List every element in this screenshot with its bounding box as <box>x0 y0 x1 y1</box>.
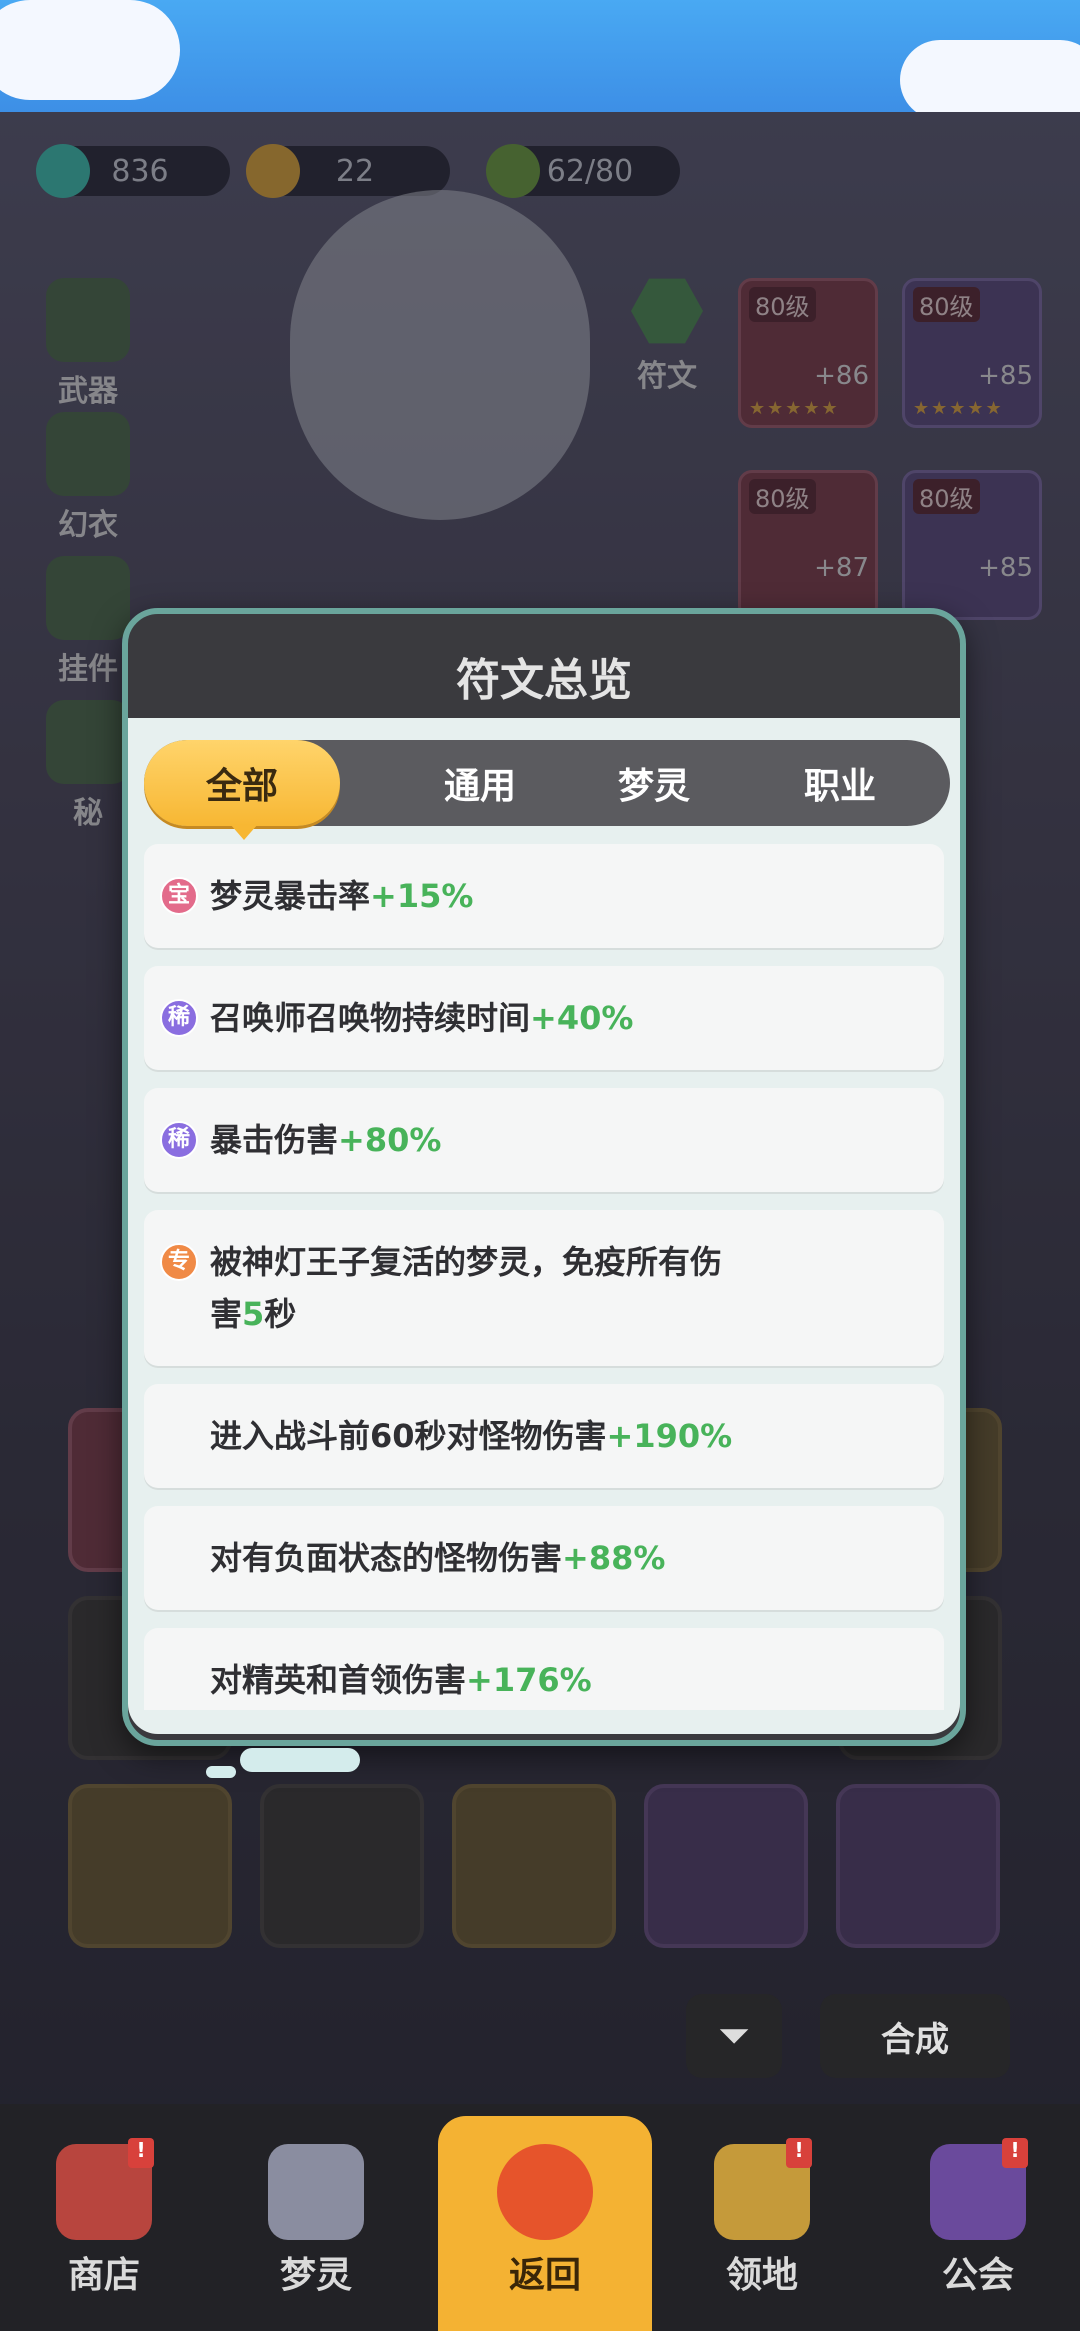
nav-territory[interactable]: 领地 ! <box>672 2138 852 2314</box>
nav-spirit[interactable]: 梦灵 <box>226 2144 406 2314</box>
cloud-decoration <box>0 0 180 100</box>
list-item: 对有负面状态的怪物伤害+88% <box>144 1506 944 1610</box>
effect-value: +190% <box>606 1417 733 1455</box>
effect-value: +88% <box>562 1539 666 1577</box>
effect-text: 梦灵暴击率 <box>210 877 371 915</box>
modal-title: 符文总览 <box>456 655 632 706</box>
rarity-badge: 专 <box>160 1243 198 1281</box>
list-item: 稀 暴击伤害+80% <box>144 1088 944 1192</box>
list-item: 专 被神灯王子复活的梦灵，免疫所有伤 害5秒 <box>144 1210 944 1366</box>
speech-bubble-tail <box>206 1766 236 1778</box>
merge-button[interactable]: 合成 <box>820 1994 1010 2078</box>
effect-text: 害 <box>210 1295 243 1333</box>
effect-text: 对有负面状态的怪物伤害 <box>210 1539 563 1577</box>
nav-back[interactable]: 返回 <box>438 2116 652 2331</box>
alert-badge: ! <box>1002 2138 1028 2168</box>
speech-bubble-tail <box>240 1748 360 1772</box>
effect-value: +176% <box>466 1661 592 1699</box>
effect-text: 秒 <box>264 1295 297 1333</box>
tab-class[interactable]: 职业 <box>740 740 940 826</box>
nav-guild[interactable]: 公会 ! <box>888 2138 1068 2314</box>
tab-common[interactable]: 通用 <box>380 740 580 826</box>
rune-effect-list[interactable]: 宝 梦灵暴击率+15% 稀 召唤师召唤物持续时间+40% 稀 暴击伤害+80% … <box>144 844 944 1710</box>
list-item: 稀 召唤师召唤物持续时间+40% <box>144 966 944 1070</box>
rune-overview-modal: 符文总览 全部 通用 梦灵 职业 宝 梦灵暴击率+15% 稀 召唤师召唤物持续时… <box>122 608 966 1746</box>
rarity-badge: 稀 <box>160 1121 198 1159</box>
effect-value: 5 <box>242 1295 265 1333</box>
effect-text: 进入战斗前60秒对怪物伤害 <box>210 1417 607 1455</box>
effect-text: 对精英和首领伤害 <box>210 1661 467 1699</box>
list-item: 对精英和首领伤害+176% <box>144 1628 944 1710</box>
effect-text: 被神灯王子复活的梦灵，免疫所有伤 <box>210 1243 723 1281</box>
nav-label: 商店 <box>67 2255 140 2296</box>
list-item: 进入战斗前60秒对怪物伤害+190% <box>144 1384 944 1488</box>
rarity-badge: 宝 <box>160 877 198 915</box>
filter-icon: ⏷ <box>718 2013 750 2059</box>
bottom-nav: 商店 ! 梦灵 返回 领地 ! 公会 ! <box>0 2104 1080 2331</box>
back-arrow-icon <box>497 2144 593 2240</box>
tab-all[interactable]: 全部 <box>144 740 340 840</box>
nav-label: 公会 <box>941 2255 1014 2296</box>
nav-label: 领地 <box>725 2255 798 2296</box>
alert-badge: ! <box>128 2138 154 2168</box>
nav-shop[interactable]: 商店 ! <box>14 2138 194 2314</box>
tab-bar: 全部 通用 梦灵 职业 <box>144 740 950 840</box>
nav-label: 梦灵 <box>279 2255 352 2296</box>
cloud-decoration <box>900 40 1080 120</box>
alert-badge: ! <box>786 2138 812 2168</box>
sky-background <box>0 0 1080 120</box>
list-item: 宝 梦灵暴击率+15% <box>144 844 944 948</box>
effect-value: +15% <box>370 877 474 915</box>
tab-spirit[interactable]: 梦灵 <box>554 740 754 826</box>
spirit-icon <box>268 2144 364 2240</box>
effect-value: +40% <box>530 999 634 1037</box>
nav-label: 返回 <box>508 2255 581 2296</box>
modal-body: 全部 通用 梦灵 职业 宝 梦灵暴击率+15% 稀 召唤师召唤物持续时间+40%… <box>128 718 960 1734</box>
effect-text: 暴击伤害 <box>210 1121 339 1159</box>
effect-text: 召唤师召唤物持续时间 <box>210 999 531 1037</box>
effect-value: +80% <box>338 1121 442 1159</box>
rarity-badge: 稀 <box>160 999 198 1037</box>
filter-button[interactable]: ⏷ <box>686 1994 782 2078</box>
